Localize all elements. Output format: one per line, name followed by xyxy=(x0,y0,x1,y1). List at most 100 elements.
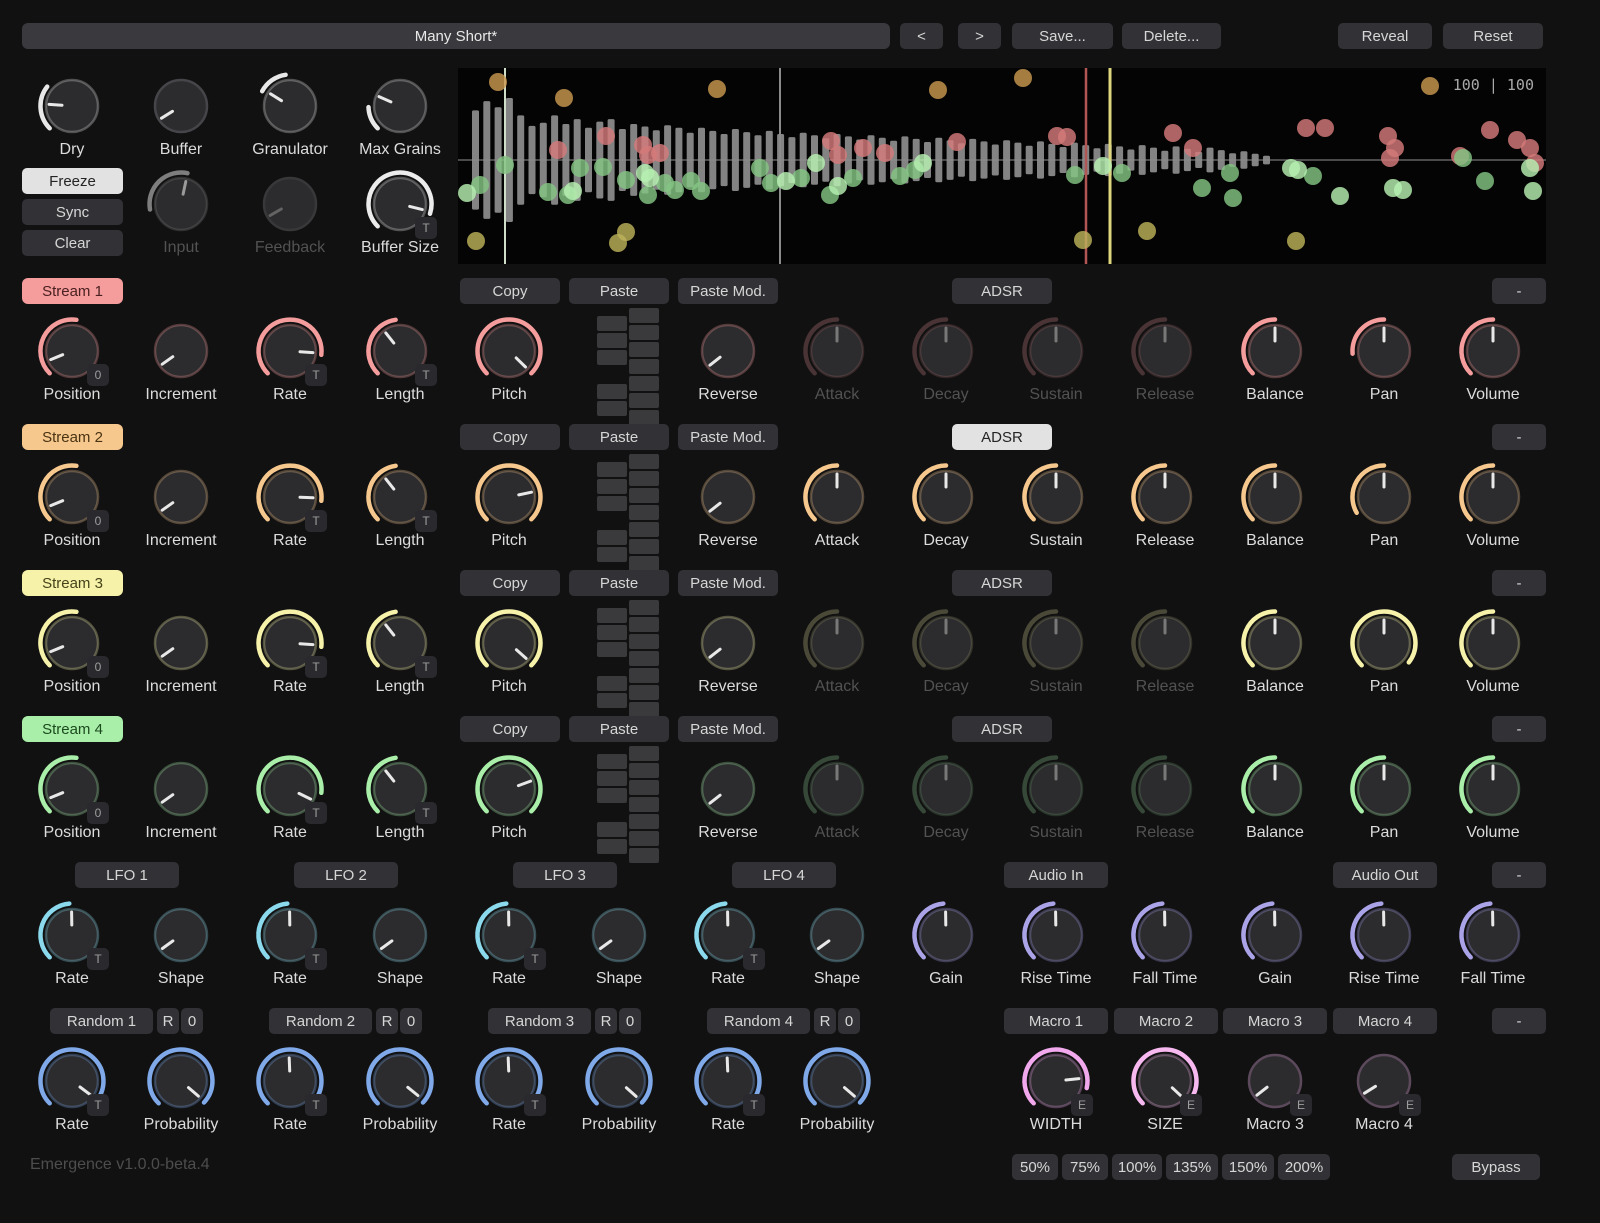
random-1-zero-button[interactable]: 0 xyxy=(181,1008,203,1034)
stream-1-copy-button[interactable]: Copy xyxy=(460,278,560,304)
random-1-button[interactable]: Random 1 xyxy=(50,1008,153,1034)
stream-3-decay-knob[interactable] xyxy=(910,607,982,679)
stream-1-pitch-keyboard-white-key[interactable] xyxy=(629,342,659,357)
stream-3-pitch-keyboard-white-key[interactable] xyxy=(629,685,659,700)
random-1-rate-tempo-badge[interactable]: T xyxy=(87,1094,109,1116)
stream-1-decay-knob[interactable] xyxy=(910,315,982,387)
stream-4-pitch-keyboard-white-key[interactable] xyxy=(629,746,659,761)
stream-1-attack-knob[interactable] xyxy=(801,315,873,387)
zoom-100-button[interactable]: 100% xyxy=(1112,1154,1162,1180)
master-granulator-knob[interactable] xyxy=(254,70,326,142)
random-4-probability-knob[interactable] xyxy=(801,1045,873,1117)
stream-3-sustain-knob[interactable] xyxy=(1020,607,1092,679)
lfo-2-shape-knob[interactable] xyxy=(364,899,436,971)
lfo-2-rate-tempo-badge[interactable]: T xyxy=(305,948,327,970)
stream-3-increment-knob[interactable] xyxy=(145,607,217,679)
stream-3-pitch-keyboard-white-key[interactable] xyxy=(629,668,659,683)
stream-4-position-zero-badge[interactable]: 0 xyxy=(87,802,109,824)
stream-2-copy-button[interactable]: Copy xyxy=(460,424,560,450)
stream-1-pitch-keyboard[interactable] xyxy=(597,308,661,426)
stream-4-reverse-knob[interactable] xyxy=(692,753,764,825)
audio-in-rise-time-knob[interactable] xyxy=(1020,899,1092,971)
stream-2-pitch-keyboard-white-key[interactable] xyxy=(629,539,659,554)
stream-3-pitch-keyboard-white-key[interactable] xyxy=(629,617,659,632)
stream-2-pitch-keyboard-white-key[interactable] xyxy=(629,556,659,571)
stream-2-sustain-knob[interactable] xyxy=(1020,461,1092,533)
stream-2-pitch-knob[interactable] xyxy=(473,461,545,533)
stream-1-collapse-button[interactable]: - xyxy=(1492,278,1546,304)
stream-4-attack-knob[interactable] xyxy=(801,753,873,825)
stream-2-pitch-keyboard-white-key[interactable] xyxy=(629,471,659,486)
stream-4-pitch-keyboard-black-key[interactable] xyxy=(597,822,627,837)
macro-size-edit-badge[interactable]: E xyxy=(1180,1094,1202,1116)
stream-3-pitch-keyboard-white-key[interactable] xyxy=(629,600,659,615)
delete-button[interactable]: Delete... xyxy=(1122,23,1221,49)
stream-3-length-tempo-badge[interactable]: T xyxy=(415,656,437,678)
stream-2-reverse-knob[interactable] xyxy=(692,461,764,533)
stream-2-balance-knob[interactable] xyxy=(1239,461,1311,533)
zoom-135-button[interactable]: 135% xyxy=(1166,1154,1218,1180)
audio-in-button[interactable]: Audio In xyxy=(1004,862,1108,888)
stream-4-length-tempo-badge[interactable]: T xyxy=(415,802,437,824)
stream-1-pitch-keyboard-white-key[interactable] xyxy=(629,376,659,391)
stream-3-copy-button[interactable]: Copy xyxy=(460,570,560,596)
macro-4-button[interactable]: Macro 4 xyxy=(1333,1008,1437,1034)
stream-3-release-knob[interactable] xyxy=(1129,607,1201,679)
stream-1-paste-mod-button[interactable]: Paste Mod. xyxy=(678,278,778,304)
stream-2-paste-button[interactable]: Paste xyxy=(569,424,669,450)
lfo-3-rate-tempo-badge[interactable]: T xyxy=(524,948,546,970)
master-max-grains-knob[interactable] xyxy=(364,70,436,142)
macro-macro-4-edit-badge[interactable]: E xyxy=(1399,1094,1421,1116)
zoom-50-button[interactable]: 50% xyxy=(1012,1154,1058,1180)
stream-4-pan-knob[interactable] xyxy=(1348,753,1420,825)
stream-1-rate-tempo-badge[interactable]: T xyxy=(305,364,327,386)
stream-3-collapse-button[interactable]: - xyxy=(1492,570,1546,596)
random-2-rate-tempo-badge[interactable]: T xyxy=(305,1094,327,1116)
master-buffer-knob[interactable] xyxy=(145,70,217,142)
stream-4-release-knob[interactable] xyxy=(1129,753,1201,825)
lfo-2-button[interactable]: LFO 2 xyxy=(294,862,398,888)
random-4-rate-tempo-badge[interactable]: T xyxy=(743,1094,765,1116)
stream-1-pitch-keyboard-white-key[interactable] xyxy=(629,410,659,425)
random-2-retrigger-button[interactable]: R xyxy=(376,1008,398,1034)
stream-4-pitch-keyboard-black-key[interactable] xyxy=(597,788,627,803)
stream-4-pitch-knob[interactable] xyxy=(473,753,545,825)
stream-2-pitch-keyboard-white-key[interactable] xyxy=(629,454,659,469)
stream-4-copy-button[interactable]: Copy xyxy=(460,716,560,742)
save-button[interactable]: Save... xyxy=(1012,23,1113,49)
waveform-canvas[interactable] xyxy=(458,68,1546,264)
stream-4-rate-tempo-badge[interactable]: T xyxy=(305,802,327,824)
stream-3-position-zero-badge[interactable]: 0 xyxy=(87,656,109,678)
stream-2-button[interactable]: Stream 2 xyxy=(22,424,123,450)
stream-4-collapse-button[interactable]: - xyxy=(1492,716,1546,742)
stream-2-length-tempo-badge[interactable]: T xyxy=(415,510,437,532)
stream-4-pitch-keyboard-black-key[interactable] xyxy=(597,839,627,854)
stream-3-pitch-keyboard-black-key[interactable] xyxy=(597,676,627,691)
stream-4-volume-knob[interactable] xyxy=(1457,753,1529,825)
stream-3-pitch-keyboard-black-key[interactable] xyxy=(597,642,627,657)
stream-3-pitch-keyboard-white-key[interactable] xyxy=(629,702,659,717)
lfo-4-button[interactable]: LFO 4 xyxy=(732,862,836,888)
stream-2-pitch-keyboard-white-key[interactable] xyxy=(629,522,659,537)
random-2-zero-button[interactable]: 0 xyxy=(400,1008,422,1034)
random-1-retrigger-button[interactable]: R xyxy=(157,1008,179,1034)
sync-button[interactable]: Sync xyxy=(22,199,123,225)
stream-1-pitch-knob[interactable] xyxy=(473,315,545,387)
stream-3-pitch-keyboard-white-key[interactable] xyxy=(629,651,659,666)
stream-2-rate-tempo-badge[interactable]: T xyxy=(305,510,327,532)
stream-4-paste-mod-button[interactable]: Paste Mod. xyxy=(678,716,778,742)
stream-4-pitch-keyboard-black-key[interactable] xyxy=(597,771,627,786)
macro-macro-3-edit-badge[interactable]: E xyxy=(1290,1094,1312,1116)
lfo-3-shape-knob[interactable] xyxy=(583,899,655,971)
stream-1-reverse-knob[interactable] xyxy=(692,315,764,387)
lfo-1-rate-tempo-badge[interactable]: T xyxy=(87,948,109,970)
stream-3-paste-button[interactable]: Paste xyxy=(569,570,669,596)
stream-1-paste-button[interactable]: Paste xyxy=(569,278,669,304)
stream-3-attack-knob[interactable] xyxy=(801,607,873,679)
random-3-zero-button[interactable]: 0 xyxy=(619,1008,641,1034)
stream-2-collapse-button[interactable]: - xyxy=(1492,424,1546,450)
stream-2-attack-knob[interactable] xyxy=(801,461,873,533)
stream-1-pitch-keyboard-white-key[interactable] xyxy=(629,308,659,323)
stream-3-pan-knob[interactable] xyxy=(1348,607,1420,679)
stream-1-adsr-button[interactable]: ADSR xyxy=(952,278,1052,304)
